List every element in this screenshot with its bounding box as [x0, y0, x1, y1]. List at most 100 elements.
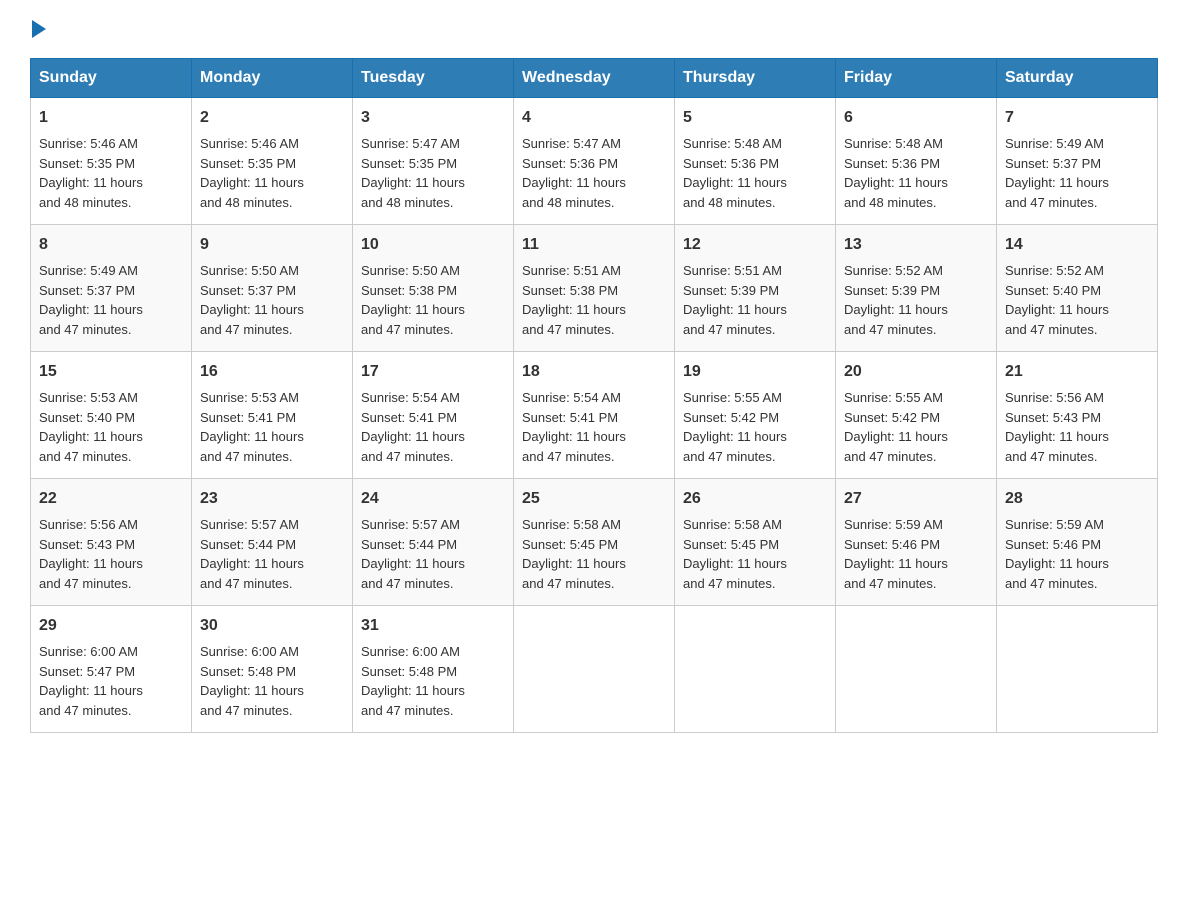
- calendar-cell: 11 Sunrise: 5:51 AMSunset: 5:38 PMDaylig…: [514, 225, 675, 352]
- calendar-cell: 14 Sunrise: 5:52 AMSunset: 5:40 PMDaylig…: [997, 225, 1158, 352]
- day-info: Sunrise: 5:53 AMSunset: 5:41 PMDaylight:…: [200, 390, 304, 464]
- day-info: Sunrise: 5:52 AMSunset: 5:39 PMDaylight:…: [844, 263, 948, 337]
- day-info: Sunrise: 5:46 AMSunset: 5:35 PMDaylight:…: [200, 136, 304, 210]
- day-number: 23: [200, 487, 344, 511]
- calendar-cell: 3 Sunrise: 5:47 AMSunset: 5:35 PMDayligh…: [353, 98, 514, 225]
- day-number: 11: [522, 233, 666, 257]
- calendar-cell: 19 Sunrise: 5:55 AMSunset: 5:42 PMDaylig…: [675, 352, 836, 479]
- calendar-cell: 25 Sunrise: 5:58 AMSunset: 5:45 PMDaylig…: [514, 479, 675, 606]
- calendar-cell: 22 Sunrise: 5:56 AMSunset: 5:43 PMDaylig…: [31, 479, 192, 606]
- day-info: Sunrise: 6:00 AMSunset: 5:48 PMDaylight:…: [200, 644, 304, 718]
- day-info: Sunrise: 5:51 AMSunset: 5:38 PMDaylight:…: [522, 263, 626, 337]
- calendar-cell: 30 Sunrise: 6:00 AMSunset: 5:48 PMDaylig…: [192, 606, 353, 733]
- calendar-cell: 13 Sunrise: 5:52 AMSunset: 5:39 PMDaylig…: [836, 225, 997, 352]
- day-number: 6: [844, 106, 988, 130]
- calendar-cell: 10 Sunrise: 5:50 AMSunset: 5:38 PMDaylig…: [353, 225, 514, 352]
- day-number: 29: [39, 614, 183, 638]
- day-info: Sunrise: 5:57 AMSunset: 5:44 PMDaylight:…: [200, 517, 304, 591]
- day-info: Sunrise: 5:48 AMSunset: 5:36 PMDaylight:…: [844, 136, 948, 210]
- day-number: 12: [683, 233, 827, 257]
- day-number: 17: [361, 360, 505, 384]
- day-info: Sunrise: 5:47 AMSunset: 5:35 PMDaylight:…: [361, 136, 465, 210]
- day-number: 22: [39, 487, 183, 511]
- day-number: 18: [522, 360, 666, 384]
- day-info: Sunrise: 5:53 AMSunset: 5:40 PMDaylight:…: [39, 390, 143, 464]
- day-number: 5: [683, 106, 827, 130]
- calendar-cell: 21 Sunrise: 5:56 AMSunset: 5:43 PMDaylig…: [997, 352, 1158, 479]
- day-info: Sunrise: 5:52 AMSunset: 5:40 PMDaylight:…: [1005, 263, 1109, 337]
- day-info: Sunrise: 5:46 AMSunset: 5:35 PMDaylight:…: [39, 136, 143, 210]
- day-number: 8: [39, 233, 183, 257]
- calendar-cell: 7 Sunrise: 5:49 AMSunset: 5:37 PMDayligh…: [997, 98, 1158, 225]
- calendar-cell: 27 Sunrise: 5:59 AMSunset: 5:46 PMDaylig…: [836, 479, 997, 606]
- day-info: Sunrise: 5:47 AMSunset: 5:36 PMDaylight:…: [522, 136, 626, 210]
- calendar-week-row: 29 Sunrise: 6:00 AMSunset: 5:47 PMDaylig…: [31, 606, 1158, 733]
- calendar-cell: [675, 606, 836, 733]
- day-header-saturday: Saturday: [997, 59, 1158, 98]
- day-info: Sunrise: 5:57 AMSunset: 5:44 PMDaylight:…: [361, 517, 465, 591]
- calendar-header-row: SundayMondayTuesdayWednesdayThursdayFrid…: [31, 59, 1158, 98]
- day-info: Sunrise: 5:56 AMSunset: 5:43 PMDaylight:…: [1005, 390, 1109, 464]
- calendar-cell: 29 Sunrise: 6:00 AMSunset: 5:47 PMDaylig…: [31, 606, 192, 733]
- day-header-wednesday: Wednesday: [514, 59, 675, 98]
- day-number: 1: [39, 106, 183, 130]
- day-info: Sunrise: 5:50 AMSunset: 5:37 PMDaylight:…: [200, 263, 304, 337]
- day-number: 2: [200, 106, 344, 130]
- calendar-cell: 1 Sunrise: 5:46 AMSunset: 5:35 PMDayligh…: [31, 98, 192, 225]
- day-info: Sunrise: 5:58 AMSunset: 5:45 PMDaylight:…: [683, 517, 787, 591]
- calendar-cell: [836, 606, 997, 733]
- day-number: 24: [361, 487, 505, 511]
- day-number: 13: [844, 233, 988, 257]
- day-info: Sunrise: 6:00 AMSunset: 5:48 PMDaylight:…: [361, 644, 465, 718]
- page-header: [30, 20, 1158, 38]
- calendar-cell: 23 Sunrise: 5:57 AMSunset: 5:44 PMDaylig…: [192, 479, 353, 606]
- calendar-cell: [997, 606, 1158, 733]
- day-number: 7: [1005, 106, 1149, 130]
- day-info: Sunrise: 5:55 AMSunset: 5:42 PMDaylight:…: [683, 390, 787, 464]
- day-info: Sunrise: 5:59 AMSunset: 5:46 PMDaylight:…: [1005, 517, 1109, 591]
- calendar-cell: 24 Sunrise: 5:57 AMSunset: 5:44 PMDaylig…: [353, 479, 514, 606]
- day-header-sunday: Sunday: [31, 59, 192, 98]
- day-info: Sunrise: 6:00 AMSunset: 5:47 PMDaylight:…: [39, 644, 143, 718]
- day-info: Sunrise: 5:49 AMSunset: 5:37 PMDaylight:…: [39, 263, 143, 337]
- day-info: Sunrise: 5:54 AMSunset: 5:41 PMDaylight:…: [522, 390, 626, 464]
- day-number: 25: [522, 487, 666, 511]
- calendar-cell: 31 Sunrise: 6:00 AMSunset: 5:48 PMDaylig…: [353, 606, 514, 733]
- day-number: 27: [844, 487, 988, 511]
- calendar-week-row: 8 Sunrise: 5:49 AMSunset: 5:37 PMDayligh…: [31, 225, 1158, 352]
- day-info: Sunrise: 5:55 AMSunset: 5:42 PMDaylight:…: [844, 390, 948, 464]
- day-info: Sunrise: 5:59 AMSunset: 5:46 PMDaylight:…: [844, 517, 948, 591]
- day-header-friday: Friday: [836, 59, 997, 98]
- day-number: 26: [683, 487, 827, 511]
- calendar-week-row: 15 Sunrise: 5:53 AMSunset: 5:40 PMDaylig…: [31, 352, 1158, 479]
- day-info: Sunrise: 5:56 AMSunset: 5:43 PMDaylight:…: [39, 517, 143, 591]
- day-number: 31: [361, 614, 505, 638]
- day-header-thursday: Thursday: [675, 59, 836, 98]
- calendar-cell: [514, 606, 675, 733]
- calendar-week-row: 22 Sunrise: 5:56 AMSunset: 5:43 PMDaylig…: [31, 479, 1158, 606]
- day-number: 20: [844, 360, 988, 384]
- day-info: Sunrise: 5:54 AMSunset: 5:41 PMDaylight:…: [361, 390, 465, 464]
- day-info: Sunrise: 5:48 AMSunset: 5:36 PMDaylight:…: [683, 136, 787, 210]
- day-header-tuesday: Tuesday: [353, 59, 514, 98]
- day-number: 3: [361, 106, 505, 130]
- day-info: Sunrise: 5:51 AMSunset: 5:39 PMDaylight:…: [683, 263, 787, 337]
- calendar-cell: 20 Sunrise: 5:55 AMSunset: 5:42 PMDaylig…: [836, 352, 997, 479]
- calendar-cell: 6 Sunrise: 5:48 AMSunset: 5:36 PMDayligh…: [836, 98, 997, 225]
- day-number: 19: [683, 360, 827, 384]
- day-number: 30: [200, 614, 344, 638]
- day-number: 14: [1005, 233, 1149, 257]
- calendar-cell: 16 Sunrise: 5:53 AMSunset: 5:41 PMDaylig…: [192, 352, 353, 479]
- day-number: 15: [39, 360, 183, 384]
- calendar-cell: 9 Sunrise: 5:50 AMSunset: 5:37 PMDayligh…: [192, 225, 353, 352]
- calendar-cell: 26 Sunrise: 5:58 AMSunset: 5:45 PMDaylig…: [675, 479, 836, 606]
- day-number: 4: [522, 106, 666, 130]
- calendar-cell: 17 Sunrise: 5:54 AMSunset: 5:41 PMDaylig…: [353, 352, 514, 479]
- logo-triangle-icon: [32, 20, 46, 38]
- day-header-monday: Monday: [192, 59, 353, 98]
- day-number: 9: [200, 233, 344, 257]
- day-number: 21: [1005, 360, 1149, 384]
- calendar-cell: 15 Sunrise: 5:53 AMSunset: 5:40 PMDaylig…: [31, 352, 192, 479]
- day-number: 16: [200, 360, 344, 384]
- calendar-table: SundayMondayTuesdayWednesdayThursdayFrid…: [30, 58, 1158, 733]
